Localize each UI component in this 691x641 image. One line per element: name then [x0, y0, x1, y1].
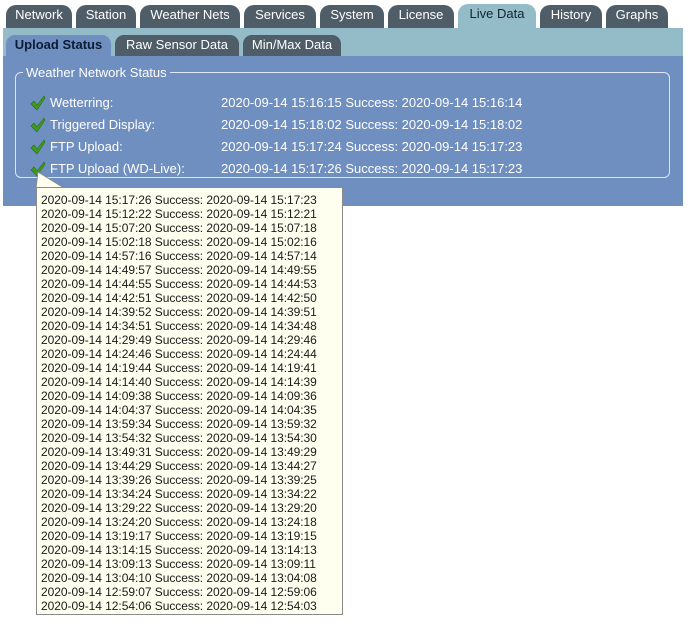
tab-live-data[interactable]: Live Data: [458, 4, 536, 28]
status-value: 2020-09-14 15:16:15 Success: 2020-09-14 …: [221, 95, 523, 110]
sub-tabs-bar: Upload Status Raw Sensor Data Min/Max Da…: [3, 28, 683, 56]
status-label: Wetterring:: [50, 95, 114, 110]
tooltip-history-line: 2020-09-14 13:24:20 Success: 2020-09-14 …: [41, 515, 317, 529]
check-icon: [30, 117, 46, 133]
tab-raw-sensor-data[interactable]: Raw Sensor Data: [115, 35, 239, 56]
tooltip-history-line: 2020-09-14 13:44:29 Success: 2020-09-14 …: [41, 459, 317, 473]
tooltip-history-line: 2020-09-14 14:57:16 Success: 2020-09-14 …: [41, 249, 317, 263]
tooltip-history-line: 2020-09-14 14:44:55 Success: 2020-09-14 …: [41, 277, 317, 291]
tooltip-history-line: 2020-09-14 14:39:52 Success: 2020-09-14 …: [41, 305, 317, 319]
tooltip-history-line: 2020-09-14 14:09:38 Success: 2020-09-14 …: [41, 389, 317, 403]
tab-station[interactable]: Station: [76, 5, 136, 28]
tab-network[interactable]: Network: [6, 5, 72, 28]
tab-upload-status[interactable]: Upload Status: [6, 35, 111, 56]
tooltip-history-line: 2020-09-14 15:17:26 Success: 2020-09-14 …: [41, 193, 317, 207]
top-nav-tabs: Network Station Weather Nets Services Sy…: [0, 0, 691, 28]
status-value: 2020-09-14 15:17:26 Success: 2020-09-14 …: [221, 161, 523, 176]
tooltip-history-line: 2020-09-14 14:04:37 Success: 2020-09-14 …: [41, 403, 317, 417]
tooltip-history-line: 2020-09-14 13:54:32 Success: 2020-09-14 …: [41, 431, 317, 445]
tooltip-history-line: 2020-09-14 13:19:17 Success: 2020-09-14 …: [41, 529, 317, 543]
tooltip-history-line: 2020-09-14 13:59:34 Success: 2020-09-14 …: [41, 417, 317, 431]
status-value: 2020-09-14 15:18:02 Success: 2020-09-14 …: [221, 117, 523, 132]
tooltip-history-line: 2020-09-14 14:42:51 Success: 2020-09-14 …: [41, 291, 317, 305]
status-label: Triggered Display:: [50, 117, 156, 132]
status-value: 2020-09-14 15:17:24 Success: 2020-09-14 …: [221, 139, 523, 154]
check-icon: [30, 139, 46, 155]
status-row-wetterring[interactable]: Wetterring: 2020-09-14 15:16:15 Success:…: [30, 94, 660, 114]
tooltip-history-line: 2020-09-14 13:39:26 Success: 2020-09-14 …: [41, 473, 317, 487]
tooltip-history-line: 2020-09-14 14:19:44 Success: 2020-09-14 …: [41, 361, 317, 375]
tooltip-history-line: 2020-09-14 13:29:22 Success: 2020-09-14 …: [41, 501, 317, 515]
tooltip-history-line: 2020-09-14 13:04:10 Success: 2020-09-14 …: [41, 571, 317, 585]
live-data-panel: Upload Status Raw Sensor Data Min/Max Da…: [3, 28, 683, 206]
tooltip-lines: 2020-09-14 15:17:26 Success: 2020-09-14 …: [41, 193, 342, 613]
group-legend: Weather Network Status: [26, 65, 167, 80]
tab-history[interactable]: History: [540, 5, 602, 28]
tooltip-history-line: 2020-09-14 14:29:49 Success: 2020-09-14 …: [41, 333, 317, 347]
tooltip-history-line: 2020-09-14 14:24:46 Success: 2020-09-14 …: [41, 347, 317, 361]
tooltip-history-line: 2020-09-14 15:12:22 Success: 2020-09-14 …: [41, 207, 317, 221]
tab-system[interactable]: System: [320, 5, 384, 28]
tab-license[interactable]: License: [388, 5, 454, 28]
tooltip-history-line: 2020-09-14 13:09:13 Success: 2020-09-14 …: [41, 557, 316, 571]
tooltip-history-line: 2020-09-14 14:34:51 Success: 2020-09-14 …: [41, 319, 317, 333]
status-row-ftp-upload[interactable]: FTP Upload: 2020-09-14 15:17:24 Success:…: [30, 138, 660, 158]
tooltip-history-line: 2020-09-14 12:59:07 Success: 2020-09-14 …: [41, 585, 317, 599]
tab-services[interactable]: Services: [244, 5, 316, 28]
tooltip-history-line: 2020-09-14 15:07:20 Success: 2020-09-14 …: [41, 221, 317, 235]
weather-network-status-group: Weather Network Status Wetterring: 2020-…: [15, 65, 670, 178]
check-icon: [30, 95, 46, 111]
status-label: FTP Upload (WD-Live):: [50, 161, 185, 176]
tooltip-history-line: 2020-09-14 14:49:57 Success: 2020-09-14 …: [41, 263, 317, 277]
status-row-triggered-display[interactable]: Triggered Display: 2020-09-14 15:18:02 S…: [30, 116, 660, 136]
tooltip-history-line: 2020-09-14 13:34:24 Success: 2020-09-14 …: [41, 487, 317, 501]
tooltip-history-line: 2020-09-14 13:49:31 Success: 2020-09-14 …: [41, 445, 317, 459]
tooltip-history-line: 2020-09-14 13:14:15 Success: 2020-09-14 …: [41, 543, 317, 557]
tooltip-history-line: 2020-09-14 15:02:18 Success: 2020-09-14 …: [41, 235, 317, 249]
status-row-ftp-upload-wd-live[interactable]: FTP Upload (WD-Live): 2020-09-14 15:17:2…: [30, 160, 660, 180]
status-label: FTP Upload:: [50, 139, 123, 154]
tooltip-history-line: 2020-09-14 12:54:06 Success: 2020-09-14 …: [41, 599, 317, 613]
tab-min-max-data[interactable]: Min/Max Data: [243, 35, 341, 56]
tooltip-history-line: 2020-09-14 14:14:40 Success: 2020-09-14 …: [41, 375, 317, 389]
tab-weather-nets[interactable]: Weather Nets: [140, 5, 240, 28]
upload-history-tooltip: 2020-09-14 15:17:26 Success: 2020-09-14 …: [36, 187, 343, 615]
tab-graphs[interactable]: Graphs: [606, 5, 668, 28]
